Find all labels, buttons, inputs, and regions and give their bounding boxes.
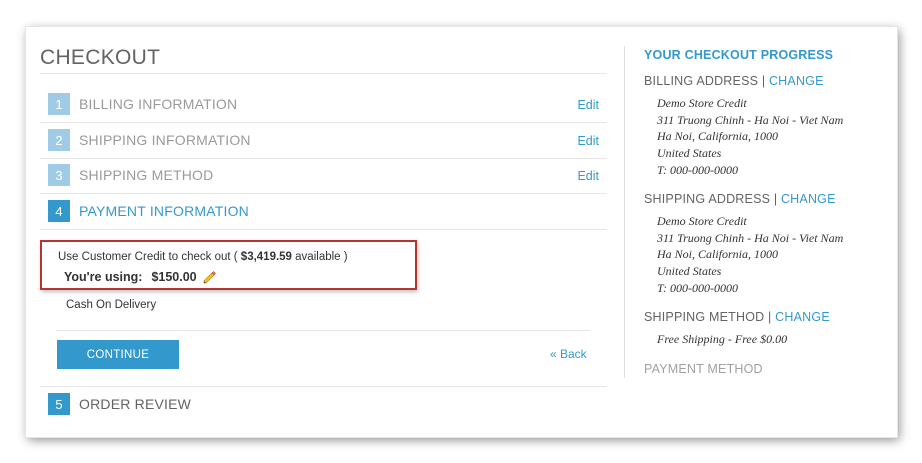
step-number: 3 bbox=[48, 164, 70, 186]
credit-using-row: You're using: $150.00 bbox=[64, 270, 217, 284]
title-divider bbox=[40, 73, 607, 74]
billing-address-heading: BILLING ADDRESS | CHANGE bbox=[644, 74, 824, 88]
payment-method-heading: PAYMENT METHOD bbox=[644, 362, 763, 376]
using-amount: $150.00 bbox=[151, 270, 197, 284]
change-shipping-link[interactable]: CHANGE bbox=[781, 192, 836, 206]
shipping-method-heading: SHIPPING METHOD | CHANGE bbox=[644, 310, 830, 324]
address-line: 311 Truong Chinh - Ha Noi - Viet Nam bbox=[657, 112, 844, 127]
step-shipping-method[interactable]: 3 SHIPPING METHOD Edit bbox=[40, 158, 607, 194]
step-label[interactable]: SHIPPING INFORMATION bbox=[79, 132, 251, 148]
address-line: T: 000-000-0000 bbox=[657, 162, 738, 177]
back-link[interactable]: « Back bbox=[550, 347, 587, 361]
edit-shipping-method-link[interactable]: Edit bbox=[577, 169, 599, 183]
progress-title: YOUR CHECKOUT PROGRESS bbox=[644, 48, 834, 62]
address-line: T: 000-000-0000 bbox=[657, 280, 738, 295]
shipping-address-heading: SHIPPING ADDRESS | CHANGE bbox=[644, 192, 836, 206]
payment-method-cash-on-delivery[interactable]: Cash On Delivery bbox=[66, 299, 156, 311]
pencil-icon[interactable] bbox=[203, 270, 217, 284]
continue-button[interactable]: CONTINUE bbox=[57, 340, 179, 369]
address-line: 311 Truong Chinh - Ha Noi - Viet Nam bbox=[657, 230, 844, 245]
change-billing-link[interactable]: CHANGE bbox=[769, 74, 824, 88]
shipping-method-value: Free Shipping - Free $0.00 bbox=[657, 332, 788, 346]
change-shipping-method-link[interactable]: CHANGE bbox=[775, 310, 830, 324]
step-label[interactable]: SHIPPING METHOD bbox=[79, 167, 213, 183]
step-order-review: 5 ORDER REVIEW bbox=[40, 387, 607, 423]
checkout-progress-sidebar: YOUR CHECKOUT PROGRESS BILLING ADDRESS |… bbox=[624, 46, 884, 378]
address-line: United States bbox=[657, 146, 722, 161]
heading-text: SHIPPING METHOD bbox=[644, 310, 765, 324]
address-line: Ha Noi, California, 1000 bbox=[657, 247, 779, 262]
credit-available-amount: $3,419.59 bbox=[240, 251, 292, 263]
heading-separator: | bbox=[770, 192, 781, 206]
step-payment-information: 4 PAYMENT INFORMATION bbox=[40, 194, 607, 230]
step-number: 1 bbox=[48, 93, 70, 115]
page-title: CHECKOUT bbox=[40, 46, 161, 69]
edit-shipping-link[interactable]: Edit bbox=[577, 134, 599, 148]
actions-divider bbox=[56, 330, 590, 331]
heading-separator: | bbox=[764, 310, 776, 324]
step-shipping-information[interactable]: 2 SHIPPING INFORMATION Edit bbox=[40, 123, 607, 159]
heading-text: BILLING ADDRESS bbox=[644, 74, 759, 88]
heading-text: SHIPPING ADDRESS bbox=[644, 192, 771, 206]
heading-separator: | bbox=[758, 74, 769, 88]
customer-credit-box: Use Customer Credit to check out ( $3,41… bbox=[40, 240, 417, 290]
customer-credit-text: Use Customer Credit to check out ( $3,41… bbox=[58, 251, 348, 263]
checkout-frame: CHECKOUT 1 BILLING INFORMATION Edit 2 SH… bbox=[26, 27, 897, 437]
step-billing-information[interactable]: 1 BILLING INFORMATION Edit bbox=[40, 87, 607, 123]
address-line: United States bbox=[657, 264, 722, 279]
credit-prefix: Use Customer Credit to check out ( bbox=[58, 251, 241, 263]
step-number: 2 bbox=[48, 129, 70, 151]
using-label: You're using: bbox=[64, 270, 143, 284]
step-label: ORDER REVIEW bbox=[79, 396, 192, 412]
address-line: Demo Store Credit bbox=[657, 96, 747, 110]
billing-address-block: Demo Store Credit 311 Truong Chinh - Ha … bbox=[657, 95, 843, 179]
step-number: 5 bbox=[48, 393, 70, 415]
step-number: 4 bbox=[48, 200, 70, 222]
credit-suffix: available ) bbox=[291, 251, 348, 263]
shipping-address-block: Demo Store Credit 311 Truong Chinh - Ha … bbox=[657, 213, 843, 297]
address-line: Ha Noi, California, 1000 bbox=[657, 129, 779, 144]
edit-billing-link[interactable]: Edit bbox=[577, 98, 599, 112]
step-label[interactable]: BILLING INFORMATION bbox=[79, 96, 237, 112]
step-label: PAYMENT INFORMATION bbox=[79, 203, 249, 219]
address-line: Demo Store Credit bbox=[657, 214, 747, 228]
